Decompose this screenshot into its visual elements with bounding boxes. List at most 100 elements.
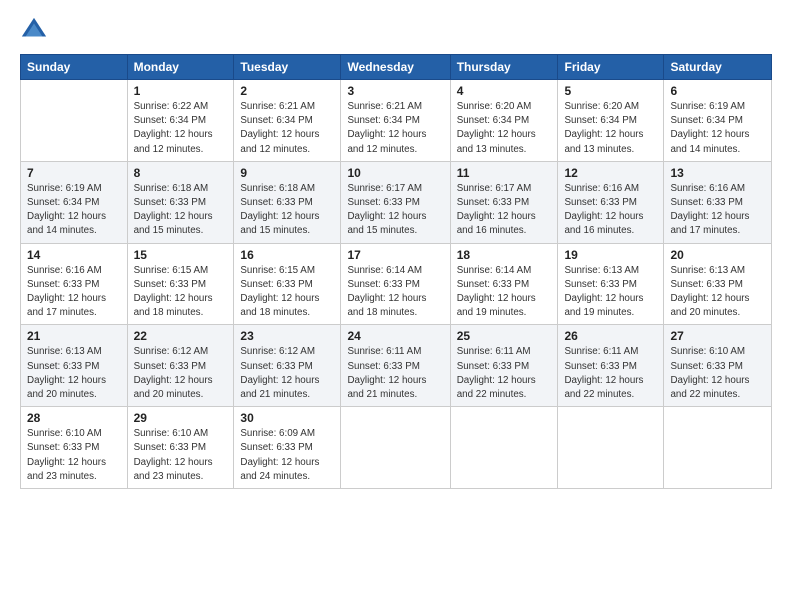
- day-number: 10: [347, 166, 443, 180]
- day-info: Sunrise: 6:18 AM Sunset: 6:33 PM Dayligh…: [134, 182, 228, 239]
- day-info: Sunrise: 6:12 AM Sunset: 6:33 PM Dayligh…: [240, 345, 334, 402]
- day-number: 24: [347, 329, 443, 343]
- day-number: 3: [347, 84, 443, 98]
- day-info: Sunrise: 6:20 AM Sunset: 6:34 PM Dayligh…: [564, 100, 657, 157]
- day-info: Sunrise: 6:13 AM Sunset: 6:33 PM Dayligh…: [670, 264, 765, 321]
- calendar-cell: 12 Sunrise: 6:16 AM Sunset: 6:33 PM Dayli…: [558, 161, 664, 243]
- calendar-cell: 3 Sunrise: 6:21 AM Sunset: 6:34 PM Daylig…: [341, 80, 450, 162]
- calendar-cell: 13 Sunrise: 6:16 AM Sunset: 6:33 PM Dayli…: [664, 161, 772, 243]
- day-info: Sunrise: 6:10 AM Sunset: 6:33 PM Dayligh…: [27, 427, 121, 484]
- day-info: Sunrise: 6:14 AM Sunset: 6:33 PM Dayligh…: [347, 264, 443, 321]
- calendar-cell: 2 Sunrise: 6:21 AM Sunset: 6:34 PM Daylig…: [234, 80, 341, 162]
- calendar-cell: 26 Sunrise: 6:11 AM Sunset: 6:33 PM Dayli…: [558, 325, 664, 407]
- header: [20, 16, 772, 44]
- day-number: 2: [240, 84, 334, 98]
- day-number: 7: [27, 166, 121, 180]
- day-number: 23: [240, 329, 334, 343]
- calendar-cell: [21, 80, 128, 162]
- calendar-header-wednesday: Wednesday: [341, 55, 450, 80]
- day-number: 26: [564, 329, 657, 343]
- day-number: 6: [670, 84, 765, 98]
- day-info: Sunrise: 6:12 AM Sunset: 6:33 PM Dayligh…: [134, 345, 228, 402]
- calendar-cell: 5 Sunrise: 6:20 AM Sunset: 6:34 PM Daylig…: [558, 80, 664, 162]
- calendar-cell: 25Sunrise: 6:11 AM Sunset: 6:33 PM Dayli…: [450, 325, 558, 407]
- day-info: Sunrise: 6:19 AM Sunset: 6:34 PM Dayligh…: [670, 100, 765, 157]
- calendar-cell: 7 Sunrise: 6:19 AM Sunset: 6:34 PM Daylig…: [21, 161, 128, 243]
- day-number: 15: [134, 248, 228, 262]
- day-number: 16: [240, 248, 334, 262]
- day-info: Sunrise: 6:14 AM Sunset: 6:33 PM Dayligh…: [457, 264, 552, 321]
- calendar-cell: [664, 407, 772, 489]
- calendar-cell: 19Sunrise: 6:13 AM Sunset: 6:33 PM Dayli…: [558, 243, 664, 325]
- day-number: 11: [457, 166, 552, 180]
- calendar-header-monday: Monday: [127, 55, 234, 80]
- day-number: 28: [27, 411, 121, 425]
- calendar-cell: 8 Sunrise: 6:18 AM Sunset: 6:33 PM Daylig…: [127, 161, 234, 243]
- day-number: 22: [134, 329, 228, 343]
- calendar-cell: 21 Sunrise: 6:13 AM Sunset: 6:33 PM Dayli…: [21, 325, 128, 407]
- day-number: 17: [347, 248, 443, 262]
- day-info: Sunrise: 6:17 AM Sunset: 6:33 PM Dayligh…: [457, 182, 552, 239]
- day-number: 14: [27, 248, 121, 262]
- day-info: Sunrise: 6:21 AM Sunset: 6:34 PM Dayligh…: [240, 100, 334, 157]
- day-number: 19: [564, 248, 657, 262]
- calendar-table: SundayMondayTuesdayWednesdayThursdayFrid…: [20, 54, 772, 489]
- day-info: Sunrise: 6:16 AM Sunset: 6:33 PM Dayligh…: [564, 182, 657, 239]
- day-info: Sunrise: 6:16 AM Sunset: 6:33 PM Dayligh…: [670, 182, 765, 239]
- calendar-cell: 15 Sunrise: 6:15 AM Sunset: 6:33 PM Dayli…: [127, 243, 234, 325]
- calendar-cell: 11 Sunrise: 6:17 AM Sunset: 6:33 PM Dayli…: [450, 161, 558, 243]
- calendar-cell: 29 Sunrise: 6:10 AM Sunset: 6:33 PM Dayli…: [127, 407, 234, 489]
- calendar-header-thursday: Thursday: [450, 55, 558, 80]
- calendar-cell: 30 Sunrise: 6:09 AM Sunset: 6:33 PM Dayli…: [234, 407, 341, 489]
- day-number: 13: [670, 166, 765, 180]
- calendar-header-saturday: Saturday: [664, 55, 772, 80]
- day-number: 18: [457, 248, 552, 262]
- calendar-header-tuesday: Tuesday: [234, 55, 341, 80]
- day-info: Sunrise: 6:19 AM Sunset: 6:34 PM Dayligh…: [27, 182, 121, 239]
- calendar-cell: 14Sunrise: 6:16 AM Sunset: 6:33 PM Dayli…: [21, 243, 128, 325]
- calendar-cell: [341, 407, 450, 489]
- day-info: Sunrise: 6:11 AM Sunset: 6:33 PM Dayligh…: [347, 345, 443, 402]
- day-number: 12: [564, 166, 657, 180]
- day-info: Sunrise: 6:20 AM Sunset: 6:34 PM Dayligh…: [457, 100, 552, 157]
- calendar-cell: 18 Sunrise: 6:14 AM Sunset: 6:33 PM Dayli…: [450, 243, 558, 325]
- day-info: Sunrise: 6:13 AM Sunset: 6:33 PM Dayligh…: [27, 345, 121, 402]
- day-info: Sunrise: 6:11 AM Sunset: 6:33 PM Dayligh…: [564, 345, 657, 402]
- day-number: 20: [670, 248, 765, 262]
- calendar-cell: 23 Sunrise: 6:12 AM Sunset: 6:33 PM Dayli…: [234, 325, 341, 407]
- day-info: Sunrise: 6:09 AM Sunset: 6:33 PM Dayligh…: [240, 427, 334, 484]
- day-number: 30: [240, 411, 334, 425]
- calendar-cell: 4 Sunrise: 6:20 AM Sunset: 6:34 PM Daylig…: [450, 80, 558, 162]
- calendar-cell: 24 Sunrise: 6:11 AM Sunset: 6:33 PM Dayli…: [341, 325, 450, 407]
- calendar-cell: 28 Sunrise: 6:10 AM Sunset: 6:33 PM Dayli…: [21, 407, 128, 489]
- day-info: Sunrise: 6:22 AM Sunset: 6:34 PM Dayligh…: [134, 100, 228, 157]
- day-number: 25: [457, 329, 552, 343]
- calendar-cell: 10Sunrise: 6:17 AM Sunset: 6:33 PM Dayli…: [341, 161, 450, 243]
- logo-icon: [20, 16, 48, 44]
- day-number: 29: [134, 411, 228, 425]
- day-number: 27: [670, 329, 765, 343]
- day-info: Sunrise: 6:21 AM Sunset: 6:34 PM Dayligh…: [347, 100, 443, 157]
- calendar-cell: 9 Sunrise: 6:18 AM Sunset: 6:33 PM Daylig…: [234, 161, 341, 243]
- day-info: Sunrise: 6:10 AM Sunset: 6:33 PM Dayligh…: [670, 345, 765, 402]
- day-number: 21: [27, 329, 121, 343]
- day-number: 8: [134, 166, 228, 180]
- calendar-header-friday: Friday: [558, 55, 664, 80]
- logo: [20, 16, 52, 44]
- calendar-cell: 17 Sunrise: 6:14 AM Sunset: 6:33 PM Dayli…: [341, 243, 450, 325]
- calendar-cell: [450, 407, 558, 489]
- day-number: 1: [134, 84, 228, 98]
- day-info: Sunrise: 6:18 AM Sunset: 6:33 PM Dayligh…: [240, 182, 334, 239]
- day-number: 5: [564, 84, 657, 98]
- calendar-cell: 22 Sunrise: 6:12 AM Sunset: 6:33 PM Dayli…: [127, 325, 234, 407]
- calendar-cell: 27 Sunrise: 6:10 AM Sunset: 6:33 PM Dayli…: [664, 325, 772, 407]
- day-info: Sunrise: 6:10 AM Sunset: 6:33 PM Dayligh…: [134, 427, 228, 484]
- calendar-cell: 6 Sunrise: 6:19 AM Sunset: 6:34 PM Daylig…: [664, 80, 772, 162]
- day-number: 4: [457, 84, 552, 98]
- page: SundayMondayTuesdayWednesdayThursdayFrid…: [0, 0, 792, 612]
- calendar-header-sunday: Sunday: [21, 55, 128, 80]
- calendar-cell: [558, 407, 664, 489]
- day-info: Sunrise: 6:15 AM Sunset: 6:33 PM Dayligh…: [134, 264, 228, 321]
- day-number: 9: [240, 166, 334, 180]
- calendar-cell: 1 Sunrise: 6:22 AM Sunset: 6:34 PM Daylig…: [127, 80, 234, 162]
